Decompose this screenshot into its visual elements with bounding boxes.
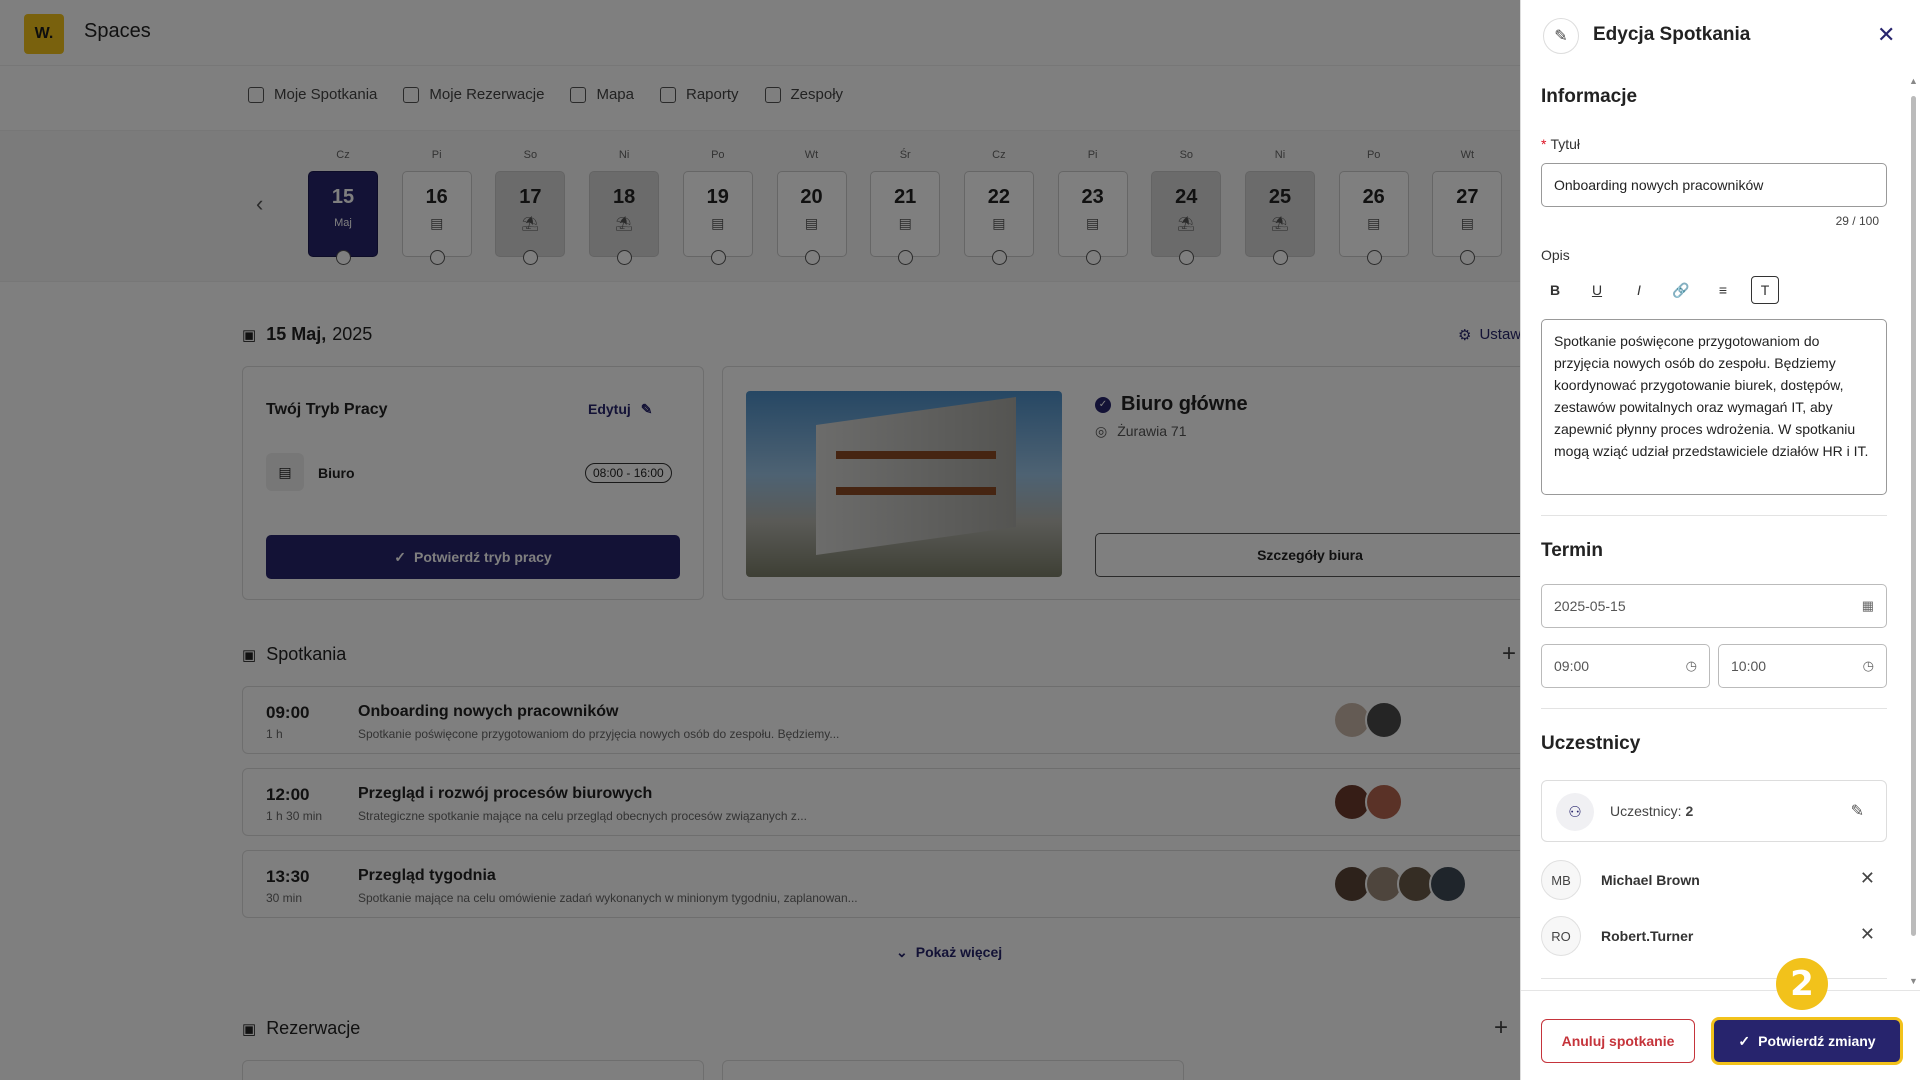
start-time-input[interactable]: 09:00 ◷	[1541, 644, 1710, 688]
required-marker: *	[1541, 136, 1547, 152]
info-heading: Informacje	[1541, 86, 1638, 107]
scroll-up-icon[interactable]: ▲	[1909, 76, 1918, 86]
divider	[1541, 708, 1887, 709]
clock-icon: ◷	[1685, 658, 1697, 673]
participants-label: Uczestnicy:	[1610, 803, 1682, 819]
divider	[1541, 515, 1887, 516]
panel-footer: Anuluj spotkanie ✓ Potwierdź zmiany	[1521, 990, 1920, 1080]
panel-title: Edycja Spotkania	[1593, 24, 1751, 45]
term-heading: Termin	[1541, 540, 1603, 561]
participant-row: RO Robert.Turner ✕	[1541, 912, 1887, 962]
start-time-value: 09:00	[1554, 658, 1590, 674]
panel-header: ✎ Edycja Spotkania ✕	[1521, 0, 1920, 70]
remove-participant-icon[interactable]: ✕	[1860, 924, 1875, 945]
modal-backdrop[interactable]	[0, 0, 1520, 1080]
participants-summary: ⚇ Uczestnicy: 2 ✎	[1541, 780, 1887, 842]
scroll-thumb[interactable]	[1911, 96, 1916, 936]
check-icon: ✓	[1738, 1032, 1751, 1049]
clear-format-icon[interactable]: T	[1751, 276, 1779, 304]
avatar-initials: RO	[1541, 916, 1581, 956]
clock-icon: ◷	[1862, 658, 1874, 673]
participants-count-label: Uczestnicy: 2	[1610, 803, 1693, 819]
title-label: * Tytuł	[1541, 136, 1580, 152]
participants-heading: Uczestnicy	[1541, 733, 1641, 754]
title-char-counter: 29 / 100	[1835, 214, 1879, 228]
title-input[interactable]: Onboarding nowych pracowników	[1541, 163, 1887, 207]
avatar-initials: MB	[1541, 860, 1581, 900]
calendar-icon: ▦	[1861, 598, 1874, 613]
pencil-icon[interactable]: ✎	[1851, 801, 1864, 821]
participant-row: MB Michael Brown ✕	[1541, 856, 1887, 906]
end-time-input[interactable]: 10:00 ◷	[1718, 644, 1887, 688]
participant-name: Michael Brown	[1601, 872, 1700, 888]
participant-name: Robert.Turner	[1601, 928, 1694, 944]
edit-meeting-panel: ✎ Edycja Spotkania ✕ Informacje * Tytuł O…	[1520, 0, 1920, 1080]
confirm-changes-button[interactable]: ✓ Potwierdź zmiany	[1711, 1017, 1903, 1065]
date-input[interactable]: 2025-05-15 ▦	[1541, 584, 1887, 628]
panel-body: Informacje * Tytuł Onboarding nowych prac…	[1521, 70, 1913, 990]
description-label: Opis	[1541, 247, 1570, 263]
date-value: 2025-05-15	[1554, 598, 1626, 614]
underline-icon[interactable]: U	[1583, 276, 1611, 304]
bold-icon[interactable]: B	[1541, 276, 1569, 304]
cancel-meeting-button[interactable]: Anuluj spotkanie	[1541, 1019, 1695, 1063]
end-time-value: 10:00	[1731, 658, 1767, 674]
step-badge: 2	[1776, 958, 1828, 1010]
scroll-down-icon[interactable]: ▼	[1909, 976, 1918, 986]
remove-participant-icon[interactable]: ✕	[1860, 868, 1875, 889]
text-format-toolbar: B U I 🔗 ≡ T	[1541, 276, 1779, 304]
panel-scrollbar[interactable]: ▲ ▼	[1909, 76, 1918, 986]
close-icon[interactable]: ✕	[1877, 22, 1895, 48]
link-icon[interactable]: 🔗	[1667, 276, 1695, 304]
confirm-changes-label: Potwierdź zmiany	[1758, 1033, 1876, 1049]
pencil-icon: ✎	[1543, 18, 1579, 54]
description-textarea[interactable]: Spotkanie poświęcone przygotowaniom do p…	[1541, 319, 1887, 495]
divider	[1541, 978, 1887, 979]
align-icon[interactable]: ≡	[1709, 276, 1737, 304]
participants-count: 2	[1685, 803, 1694, 819]
italic-icon[interactable]: I	[1625, 276, 1653, 304]
title-label-text: Tytuł	[1550, 136, 1581, 152]
users-icon: ⚇	[1556, 793, 1594, 831]
